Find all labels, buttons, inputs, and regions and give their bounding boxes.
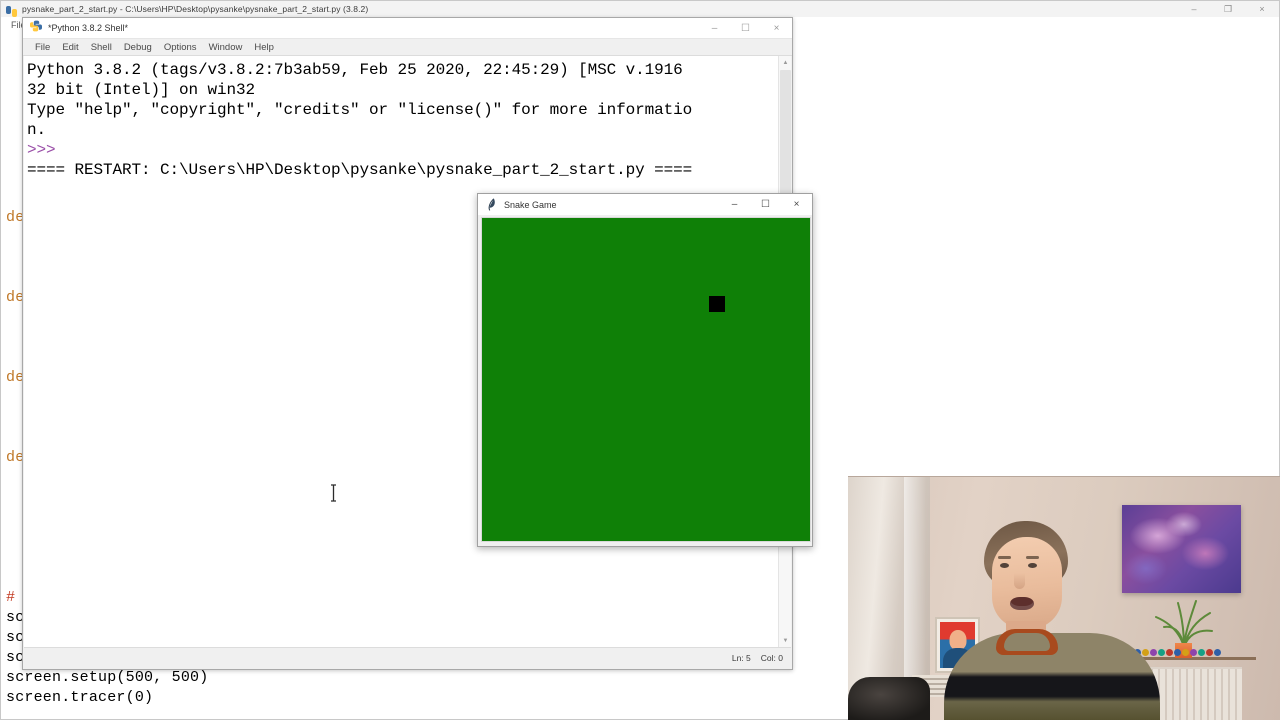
- presenter-eye-left: [1000, 563, 1009, 568]
- editor-close-button[interactable]: ×: [1245, 1, 1279, 17]
- shell-menu-shell[interactable]: Shell: [85, 42, 118, 53]
- game-close-button[interactable]: ×: [781, 194, 812, 215]
- scrollbar-down-arrow-icon[interactable]: ▼: [779, 634, 792, 647]
- code-line: #: [6, 589, 16, 606]
- presenter-eyebrow-right: [1026, 556, 1039, 559]
- bead: [1174, 649, 1181, 656]
- snake-game-canvas[interactable]: [482, 218, 810, 541]
- shell-statusbar: Ln: 5 Col: 0: [24, 647, 791, 668]
- shell-menu-file[interactable]: File: [29, 42, 56, 53]
- shell-output-line: 32 bit (Intel)] on win32: [27, 81, 256, 99]
- screen-root: pysnake_part_2_start.py - C:\Users\HP\De…: [0, 0, 1280, 720]
- shell-output-line: Python 3.8.2 (tags/v3.8.2:7b3ab59, Feb 2…: [27, 61, 683, 79]
- status-line-indicator: Ln: 5: [731, 653, 751, 663]
- shell-output-line: Type "help", "copyright", "credits" or "…: [27, 101, 693, 119]
- game-title-text: Snake Game: [504, 199, 557, 210]
- game-titlebar[interactable]: Snake Game – ☐ ×: [478, 194, 812, 215]
- presenter-eye-right: [1028, 563, 1037, 568]
- shell-menu-edit[interactable]: Edit: [56, 42, 84, 53]
- editor-title-text: pysnake_part_2_start.py - C:\Users\HP\De…: [22, 4, 369, 14]
- bead: [1182, 649, 1189, 656]
- presenter-mouth: [1010, 597, 1034, 610]
- code-line: screen.tracer(0): [6, 689, 154, 706]
- shell-restart-line: ==== RESTART: C:\Users\HP\Desktop\pysank…: [27, 161, 693, 179]
- shell-close-button[interactable]: ×: [761, 18, 792, 39]
- presenter-face: [992, 537, 1062, 629]
- presenter-nose: [1014, 573, 1025, 589]
- shell-menu-help[interactable]: Help: [248, 42, 280, 53]
- shell-titlebar[interactable]: *Python 3.8.2 Shell* – ☐ ×: [23, 18, 792, 39]
- editor-minimize-button[interactable]: –: [1177, 1, 1211, 17]
- presenter-eyebrow-left: [998, 556, 1011, 559]
- scrollbar-up-arrow-icon[interactable]: ▲: [779, 56, 792, 69]
- snake-game-window: Snake Game – ☐ ×: [477, 193, 813, 547]
- editor-restore-button[interactable]: ❐: [1211, 1, 1245, 17]
- turtle-feather-icon: [486, 198, 497, 211]
- editor-window-controls: – ❐ ×: [1177, 1, 1279, 17]
- editor-titlebar[interactable]: pysnake_part_2_start.py - C:\Users\HP\De…: [1, 1, 1279, 17]
- python-shell-icon: [30, 19, 42, 37]
- game-maximize-button[interactable]: ☐: [750, 194, 781, 215]
- presenter-collar-inner: [1004, 633, 1050, 651]
- game-canvas-frame: [481, 217, 811, 542]
- bead: [1190, 649, 1197, 656]
- shell-window-controls: – ☐ ×: [699, 18, 792, 39]
- snake-head: [709, 296, 725, 312]
- game-minimize-button[interactable]: –: [719, 194, 750, 215]
- shell-output-line: n.: [27, 121, 47, 139]
- bead: [1198, 649, 1205, 656]
- code-line: screen.setup(500, 500): [6, 669, 209, 686]
- python-file-icon: [6, 4, 17, 17]
- shell-menu-options[interactable]: Options: [158, 42, 203, 53]
- game-window-controls: – ☐ ×: [719, 194, 812, 215]
- shell-menubar: File Edit Shell Debug Options Window Hel…: [23, 39, 792, 56]
- shell-menu-window[interactable]: Window: [203, 42, 249, 53]
- bead: [1166, 649, 1173, 656]
- shell-title-text: *Python 3.8.2 Shell*: [48, 23, 129, 33]
- bead: [1206, 649, 1213, 656]
- bead: [1214, 649, 1221, 656]
- shell-prompt-line: >>>: [27, 141, 56, 159]
- presenter: [944, 521, 1160, 720]
- shell-menu-debug[interactable]: Debug: [118, 42, 158, 53]
- bag: [848, 677, 930, 720]
- radiator: [1146, 667, 1242, 720]
- status-col-indicator: Col: 0: [760, 653, 783, 663]
- shell-minimize-button[interactable]: –: [699, 18, 730, 39]
- webcam-overlay: [848, 476, 1280, 720]
- shell-maximize-button[interactable]: ☐: [730, 18, 761, 39]
